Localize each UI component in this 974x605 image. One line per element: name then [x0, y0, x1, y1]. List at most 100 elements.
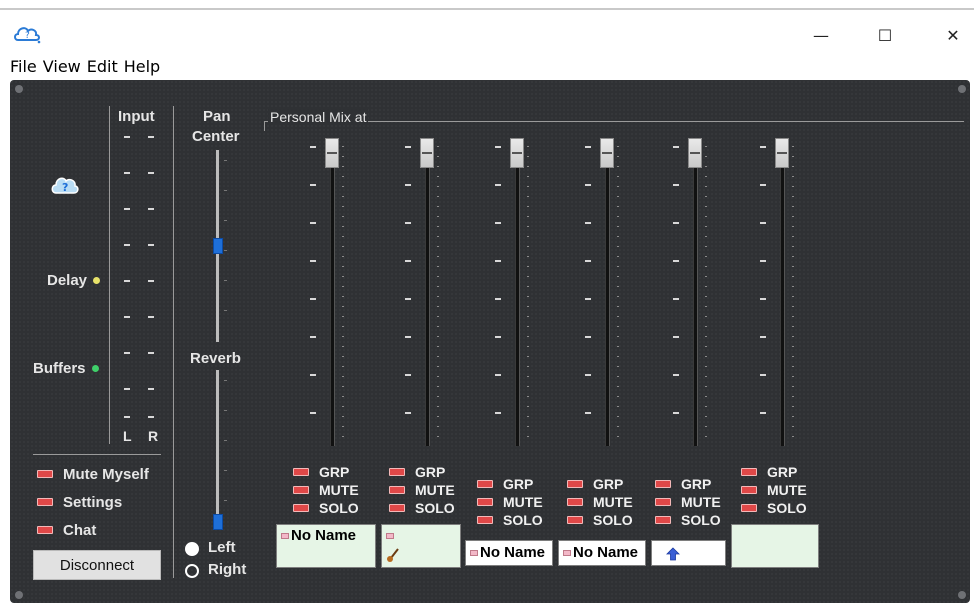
- fader-fine-mark: [342, 306, 344, 307]
- menu-edit[interactable]: Edit: [87, 57, 118, 76]
- fader-scale-mark: [405, 412, 411, 414]
- grp-led[interactable]: [389, 468, 405, 476]
- fader-track[interactable]: [693, 140, 698, 446]
- mute-label[interactable]: MUTE: [319, 482, 359, 498]
- solo-label[interactable]: SOLO: [319, 500, 359, 516]
- channel-name-box[interactable]: No Name: [276, 524, 376, 568]
- channel-name-box[interactable]: No Name: [558, 540, 646, 566]
- grp-label[interactable]: GRP: [681, 476, 711, 492]
- solo-led[interactable]: [741, 504, 757, 512]
- channel-name-box[interactable]: [651, 540, 726, 566]
- fader-fine-mark: [342, 396, 344, 397]
- solo-led[interactable]: [293, 504, 309, 512]
- settings-label[interactable]: Settings: [63, 494, 122, 511]
- mute-label[interactable]: MUTE: [681, 494, 721, 510]
- fader-track[interactable]: [330, 140, 335, 446]
- menu-view[interactable]: View: [43, 57, 81, 76]
- right-radio-label[interactable]: Right: [208, 561, 246, 578]
- chat-label[interactable]: Chat: [63, 522, 96, 539]
- screw-icon: [958, 85, 966, 93]
- fader-scale-mark: [495, 336, 501, 338]
- fader-track[interactable]: [515, 140, 520, 446]
- mute-led[interactable]: [293, 486, 309, 494]
- mute-label[interactable]: MUTE: [767, 482, 807, 498]
- mute-led[interactable]: [655, 498, 671, 506]
- grp-label[interactable]: GRP: [593, 476, 623, 492]
- grp-label[interactable]: GRP: [319, 464, 349, 480]
- mute-myself-label[interactable]: Mute Myself: [63, 466, 149, 483]
- reverb-slider-handle[interactable]: [213, 514, 223, 530]
- mute-led[interactable]: [477, 498, 493, 506]
- menu-help[interactable]: Help: [124, 57, 160, 76]
- pan-slider-handle[interactable]: [213, 238, 223, 254]
- solo-label[interactable]: SOLO: [767, 500, 807, 516]
- chat-led[interactable]: [37, 526, 53, 534]
- fader-fine-mark: [705, 316, 707, 317]
- reverb-slider-track[interactable]: [216, 370, 219, 530]
- grp-label[interactable]: GRP: [415, 464, 445, 480]
- fader-knob[interactable]: [510, 138, 524, 168]
- solo-label[interactable]: SOLO: [415, 500, 455, 516]
- right-radio[interactable]: [185, 564, 199, 578]
- grp-label[interactable]: GRP: [503, 476, 533, 492]
- grp-led[interactable]: [293, 468, 309, 476]
- fader-fine-mark: [792, 166, 794, 167]
- fader-scale-mark: [405, 336, 411, 338]
- fader-track[interactable]: [425, 140, 430, 446]
- solo-led[interactable]: [389, 504, 405, 512]
- mute-led[interactable]: [741, 486, 757, 494]
- left-radio[interactable]: [185, 542, 199, 556]
- solo-led[interactable]: [655, 516, 671, 524]
- mute-label[interactable]: MUTE: [415, 482, 455, 498]
- fader-knob[interactable]: [325, 138, 339, 168]
- mute-led[interactable]: [567, 498, 583, 506]
- left-radio-label[interactable]: Left: [208, 539, 236, 556]
- fader-fine-mark: [705, 346, 707, 347]
- fader-fine-mark: [437, 286, 439, 287]
- fader-fine-mark: [792, 406, 794, 407]
- maximize-button[interactable]: ☐: [862, 20, 908, 50]
- grp-led[interactable]: [567, 480, 583, 488]
- grp-led[interactable]: [741, 468, 757, 476]
- mute-label[interactable]: MUTE: [593, 494, 633, 510]
- channel-name-box[interactable]: [381, 524, 461, 568]
- channel-name-box[interactable]: [731, 524, 819, 568]
- fader-fine-mark: [527, 316, 529, 317]
- up-arrow-icon: [666, 547, 680, 561]
- mute-myself-led[interactable]: [37, 470, 53, 478]
- fader-knob[interactable]: [688, 138, 702, 168]
- fader-fine-mark: [705, 276, 707, 277]
- fader-fine-mark: [617, 366, 619, 367]
- disconnect-button[interactable]: Disconnect: [33, 550, 161, 580]
- fader-knob[interactable]: [775, 138, 789, 168]
- mute-label[interactable]: MUTE: [503, 494, 543, 510]
- fader-fine-mark: [342, 236, 344, 237]
- close-button[interactable]: ✕: [930, 20, 974, 50]
- fader-track[interactable]: [780, 140, 785, 446]
- fader-track[interactable]: [605, 140, 610, 446]
- pan-label: Pan: [203, 108, 231, 125]
- fader-fine-mark: [705, 146, 707, 147]
- mute-led[interactable]: [389, 486, 405, 494]
- minimize-button[interactable]: —: [798, 20, 844, 50]
- input-divider: [109, 106, 110, 444]
- menu-file[interactable]: File: [10, 57, 37, 76]
- fader-fine-mark: [342, 186, 344, 187]
- fader-fine-mark: [792, 316, 794, 317]
- grp-label[interactable]: GRP: [767, 464, 797, 480]
- channel-name-box[interactable]: No Name: [465, 540, 553, 566]
- solo-label[interactable]: SOLO: [593, 512, 633, 528]
- solo-led[interactable]: [567, 516, 583, 524]
- grp-led[interactable]: [655, 480, 671, 488]
- solo-label[interactable]: SOLO: [681, 512, 721, 528]
- fader-knob[interactable]: [600, 138, 614, 168]
- fader-fine-mark: [342, 406, 344, 407]
- settings-led[interactable]: [37, 498, 53, 506]
- fader-scale-mark: [495, 222, 501, 224]
- fader-fine-mark: [705, 336, 707, 337]
- solo-label[interactable]: SOLO: [503, 512, 543, 528]
- solo-led[interactable]: [477, 516, 493, 524]
- fader-knob[interactable]: [420, 138, 434, 168]
- fader-fine-mark: [527, 296, 529, 297]
- grp-led[interactable]: [477, 480, 493, 488]
